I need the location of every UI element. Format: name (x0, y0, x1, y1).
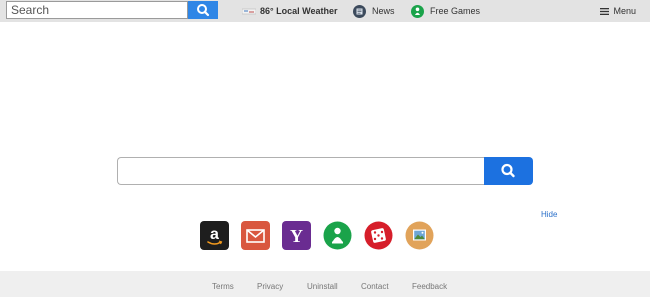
news-link[interactable]: News (353, 4, 395, 18)
free-games-label: Free Games (430, 6, 481, 16)
footer-link-uninstall[interactable]: Uninstall (307, 282, 338, 291)
footer: Terms Privacy Uninstall Contact Feedback (0, 271, 650, 297)
shortcut-row: a Y (200, 221, 434, 251)
photos-shortcut[interactable] (405, 221, 434, 250)
yahoo-icon: Y (290, 226, 303, 246)
weather-label: 86° Local Weather (260, 6, 338, 16)
hamburger-icon (600, 7, 610, 15)
top-search-button[interactable] (188, 1, 218, 19)
footer-link-feedback[interactable]: Feedback (412, 282, 447, 291)
game-piece-icon (323, 221, 352, 250)
svg-text:a: a (210, 226, 219, 243)
mail-icon (246, 229, 265, 243)
main-search-input[interactable] (117, 157, 485, 185)
footer-link-contact[interactable]: Contact (361, 282, 389, 291)
search-icon (197, 4, 210, 17)
menu-label: Menu (613, 6, 636, 16)
footer-link-privacy[interactable]: Privacy (257, 282, 283, 291)
top-bar: 86° Local Weather News Free Games (0, 0, 650, 22)
amazon-shortcut[interactable]: a (200, 221, 229, 250)
menu-button[interactable]: Menu (600, 4, 636, 18)
footer-link-terms[interactable]: Terms (212, 282, 234, 291)
news-icon (353, 4, 366, 18)
free-games-link[interactable]: Free Games (411, 4, 480, 18)
top-search-input[interactable] (6, 1, 188, 19)
yahoo-shortcut[interactable]: Y (282, 221, 311, 250)
games-shortcut[interactable] (323, 221, 352, 250)
main-search-button[interactable] (484, 157, 533, 185)
game-piece-icon (411, 4, 424, 18)
svg-text:Y: Y (290, 226, 303, 246)
photo-icon (405, 221, 434, 250)
weather-icon (242, 8, 256, 15)
weather-link[interactable]: 86° Local Weather (242, 4, 337, 18)
dice-shortcut[interactable] (364, 221, 393, 250)
amazon-icon: a (207, 226, 223, 245)
hide-link[interactable]: Hide (541, 210, 557, 219)
dice-icon (364, 221, 393, 250)
mail-shortcut[interactable] (241, 221, 270, 250)
search-icon (501, 163, 515, 178)
news-label: News (372, 6, 395, 16)
